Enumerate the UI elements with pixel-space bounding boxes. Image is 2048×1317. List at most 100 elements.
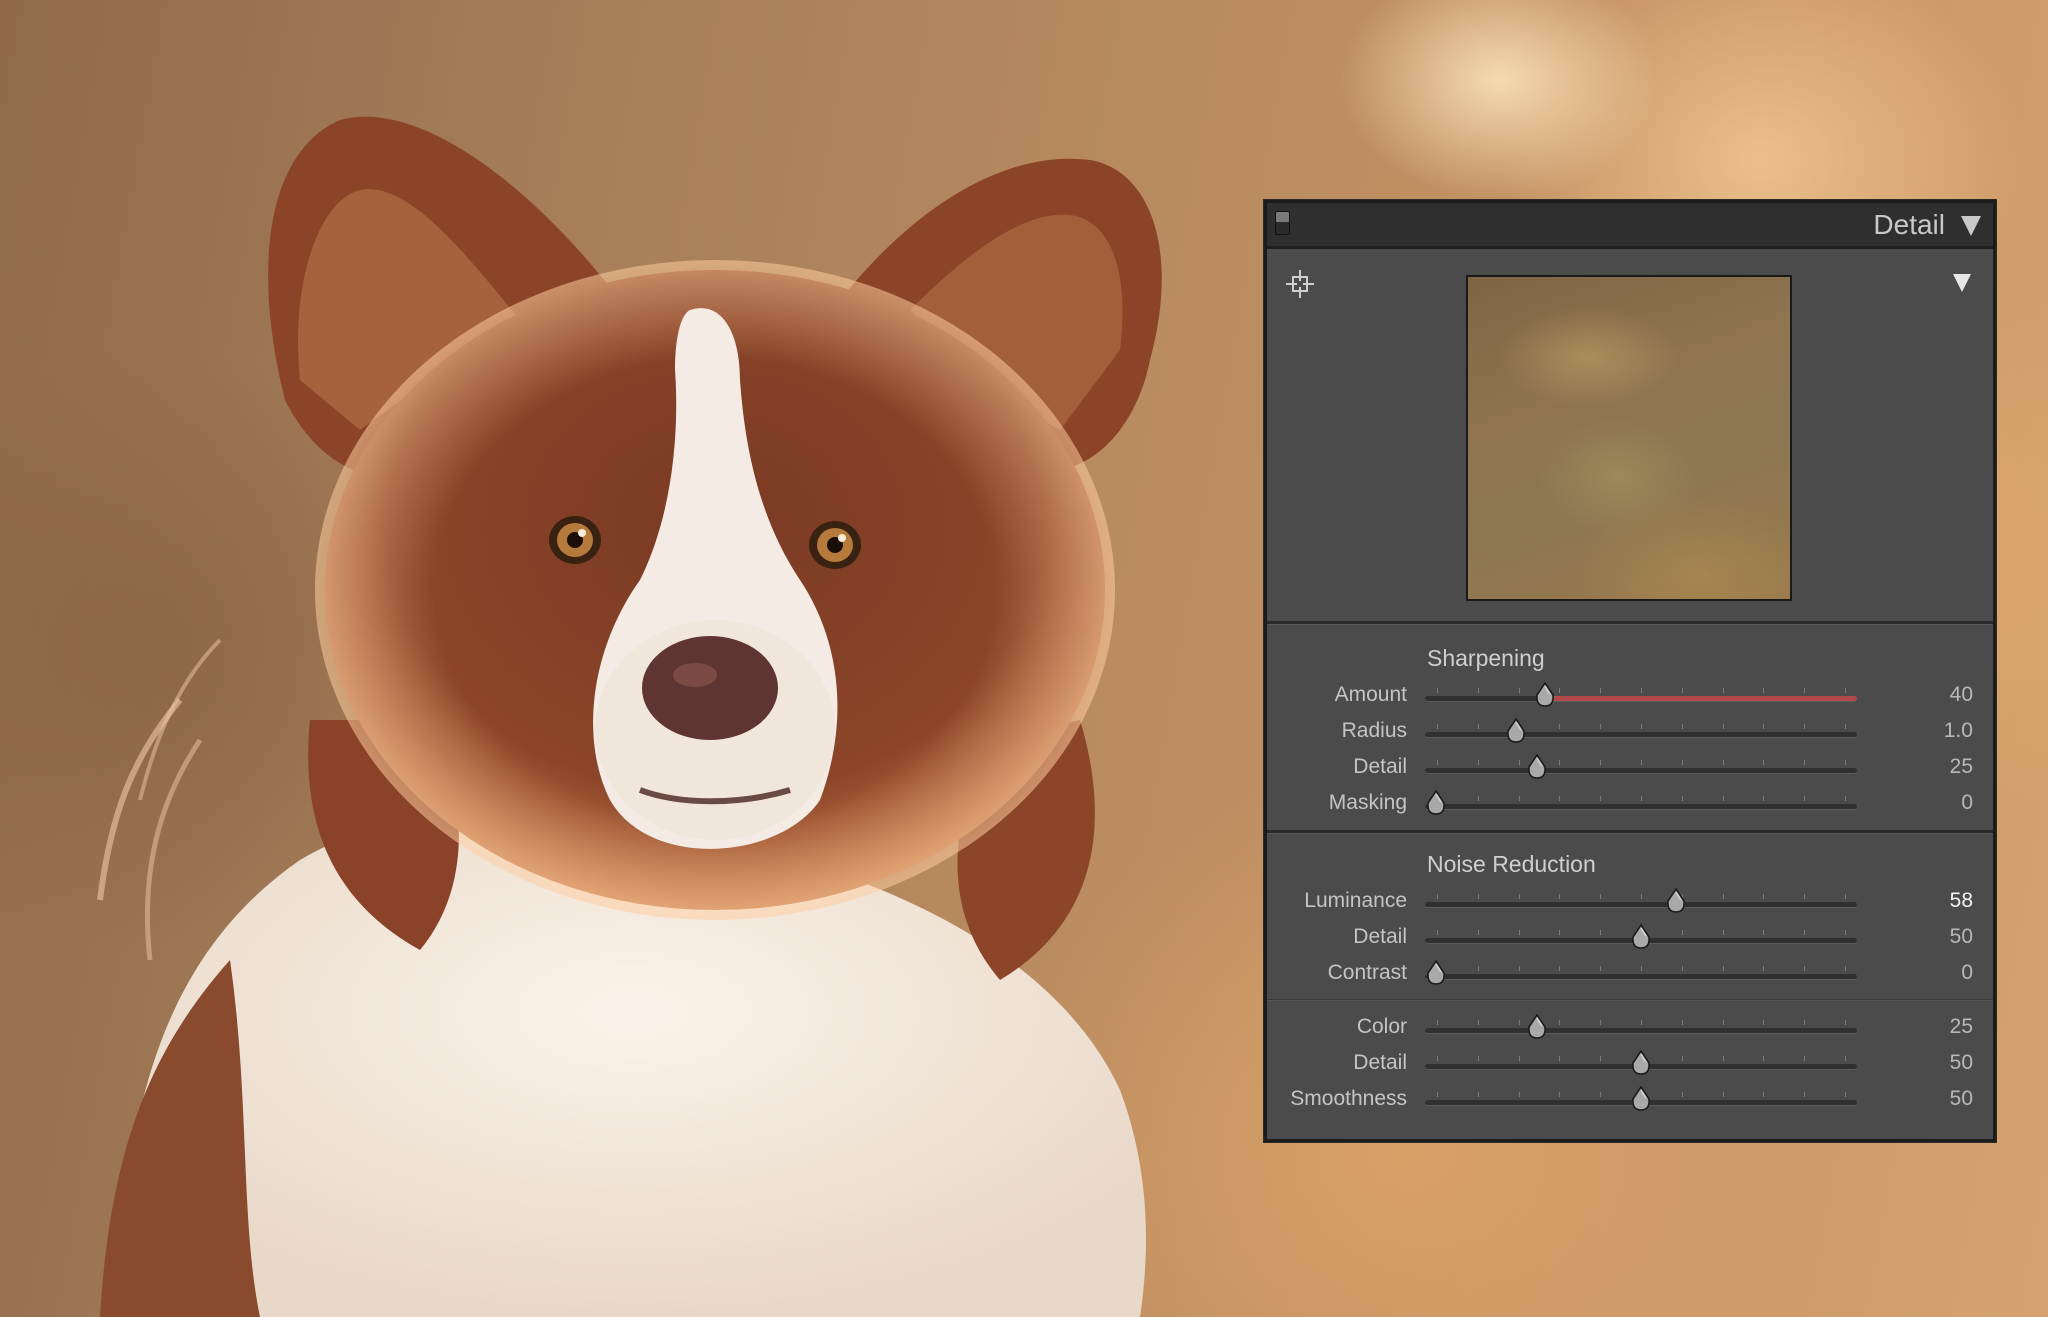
slider-tick <box>1641 796 1642 801</box>
slider-track[interactable] <box>1425 789 1857 815</box>
slider-tick <box>1763 1056 1764 1061</box>
slider-tick <box>1804 760 1805 765</box>
slider-tick <box>1519 796 1520 801</box>
slider-tick <box>1845 1020 1846 1025</box>
slider-track[interactable] <box>1425 681 1857 707</box>
slider-tick <box>1723 688 1724 693</box>
slider-tick <box>1641 894 1642 899</box>
slider-value[interactable]: 0 <box>1961 961 1973 985</box>
slider-track[interactable] <box>1425 1013 1857 1039</box>
slider-label: Detail <box>1353 1051 1407 1074</box>
slider-track[interactable] <box>1425 923 1857 949</box>
slider-row-amount: Amount 40 <box>1267 681 1993 717</box>
slider-value[interactable]: 50 <box>1950 1051 1973 1075</box>
slider-track[interactable] <box>1425 1085 1857 1111</box>
sharpening-title: Sharpening <box>1427 645 1545 671</box>
slider-thumb-icon[interactable] <box>1426 959 1446 986</box>
slider-tick <box>1600 894 1601 899</box>
slider-tick <box>1763 894 1764 899</box>
slider-value[interactable]: 50 <box>1950 925 1973 949</box>
slider-tick <box>1682 1056 1683 1061</box>
slider-tick <box>1845 688 1846 693</box>
slider-tick <box>1559 688 1560 693</box>
slider-value[interactable]: 0 <box>1961 791 1973 815</box>
slider-tick <box>1478 930 1479 935</box>
slider-thumb-icon[interactable] <box>1631 1085 1651 1112</box>
slider-tick <box>1682 796 1683 801</box>
slider-track[interactable] <box>1425 959 1857 985</box>
slider-tick <box>1723 1056 1724 1061</box>
slider-tick <box>1845 894 1846 899</box>
slider-tick <box>1763 796 1764 801</box>
panel-toggle-icon[interactable] <box>1275 211 1290 235</box>
slider-label: Color <box>1356 1015 1407 1038</box>
slider-tick <box>1478 1056 1479 1061</box>
detail-preview-image[interactable] <box>1466 275 1792 601</box>
preview-toggle-triangle-icon[interactable] <box>1953 274 1971 292</box>
slider-tick <box>1600 724 1601 729</box>
slider-row-color: Color 25 <box>1267 1013 1993 1049</box>
slider-row-detail: Detail 50 <box>1267 923 1993 959</box>
slider-thumb-icon[interactable] <box>1426 789 1446 816</box>
slider-tick <box>1600 930 1601 935</box>
slider-tick <box>1437 1092 1438 1097</box>
slider-track[interactable] <box>1425 1049 1857 1075</box>
slider-value[interactable]: 25 <box>1950 1015 1973 1039</box>
slider-tick <box>1682 688 1683 693</box>
slider-tick <box>1478 966 1479 971</box>
slider-track[interactable] <box>1425 887 1857 913</box>
divider <box>1267 999 1993 1001</box>
slider-row-detail: Detail 25 <box>1267 753 1993 789</box>
slider-tick <box>1478 796 1479 801</box>
slider-thumb-icon[interactable] <box>1535 681 1555 708</box>
panel-header[interactable]: Detail <box>1267 203 1993 249</box>
slider-tick <box>1437 760 1438 765</box>
slider-tick <box>1559 966 1560 971</box>
slider-tick <box>1519 760 1520 765</box>
detail-panel: Detail Sharpening Amount 40 Radius 1.0 Detai… <box>1264 200 1996 1142</box>
slider-thumb-icon[interactable] <box>1631 923 1651 950</box>
slider-tick <box>1600 796 1601 801</box>
slider-tick <box>1804 966 1805 971</box>
slider-label: Masking <box>1328 791 1407 814</box>
slider-tick <box>1845 930 1846 935</box>
slider-tick <box>1804 930 1805 935</box>
slider-tick <box>1723 796 1724 801</box>
slider-value[interactable]: 40 <box>1950 683 1973 707</box>
slider-thumb-icon[interactable] <box>1506 717 1526 744</box>
slider-value[interactable]: 58 <box>1950 889 1973 913</box>
slider-tick <box>1559 894 1560 899</box>
collapse-triangle-icon[interactable] <box>1961 216 1981 236</box>
slider-tick <box>1845 796 1846 801</box>
slider-value[interactable]: 1.0 <box>1944 719 1973 743</box>
slider-tick <box>1723 724 1724 729</box>
slider-tick <box>1723 760 1724 765</box>
slider-tick <box>1804 1092 1805 1097</box>
slider-tick <box>1845 1056 1846 1061</box>
slider-thumb-icon[interactable] <box>1527 753 1547 780</box>
slider-track[interactable] <box>1425 717 1857 743</box>
slider-tick <box>1845 760 1846 765</box>
slider-value[interactable]: 25 <box>1950 755 1973 779</box>
slider-tick <box>1682 1020 1683 1025</box>
slider-value[interactable]: 50 <box>1950 1087 1973 1111</box>
slider-thumb-icon[interactable] <box>1631 1049 1651 1076</box>
slider-row-radius: Radius 1.0 <box>1267 717 1993 753</box>
slider-tick <box>1682 724 1683 729</box>
slider-thumb-icon[interactable] <box>1527 1013 1547 1040</box>
slider-tick <box>1763 1020 1764 1025</box>
slider-tick <box>1519 1092 1520 1097</box>
slider-tick <box>1519 688 1520 693</box>
slider-track[interactable] <box>1425 753 1857 779</box>
slider-tick <box>1478 894 1479 899</box>
slider-tick <box>1804 1056 1805 1061</box>
slider-tick <box>1641 1020 1642 1025</box>
slider-tick <box>1600 1092 1601 1097</box>
slider-tick <box>1845 1092 1846 1097</box>
slider-tick <box>1519 930 1520 935</box>
slider-tick <box>1559 724 1560 729</box>
slider-tick <box>1641 760 1642 765</box>
slider-range-highlight <box>1544 696 1857 701</box>
target-adjustment-icon[interactable] <box>1285 269 1315 299</box>
slider-thumb-icon[interactable] <box>1666 887 1686 914</box>
